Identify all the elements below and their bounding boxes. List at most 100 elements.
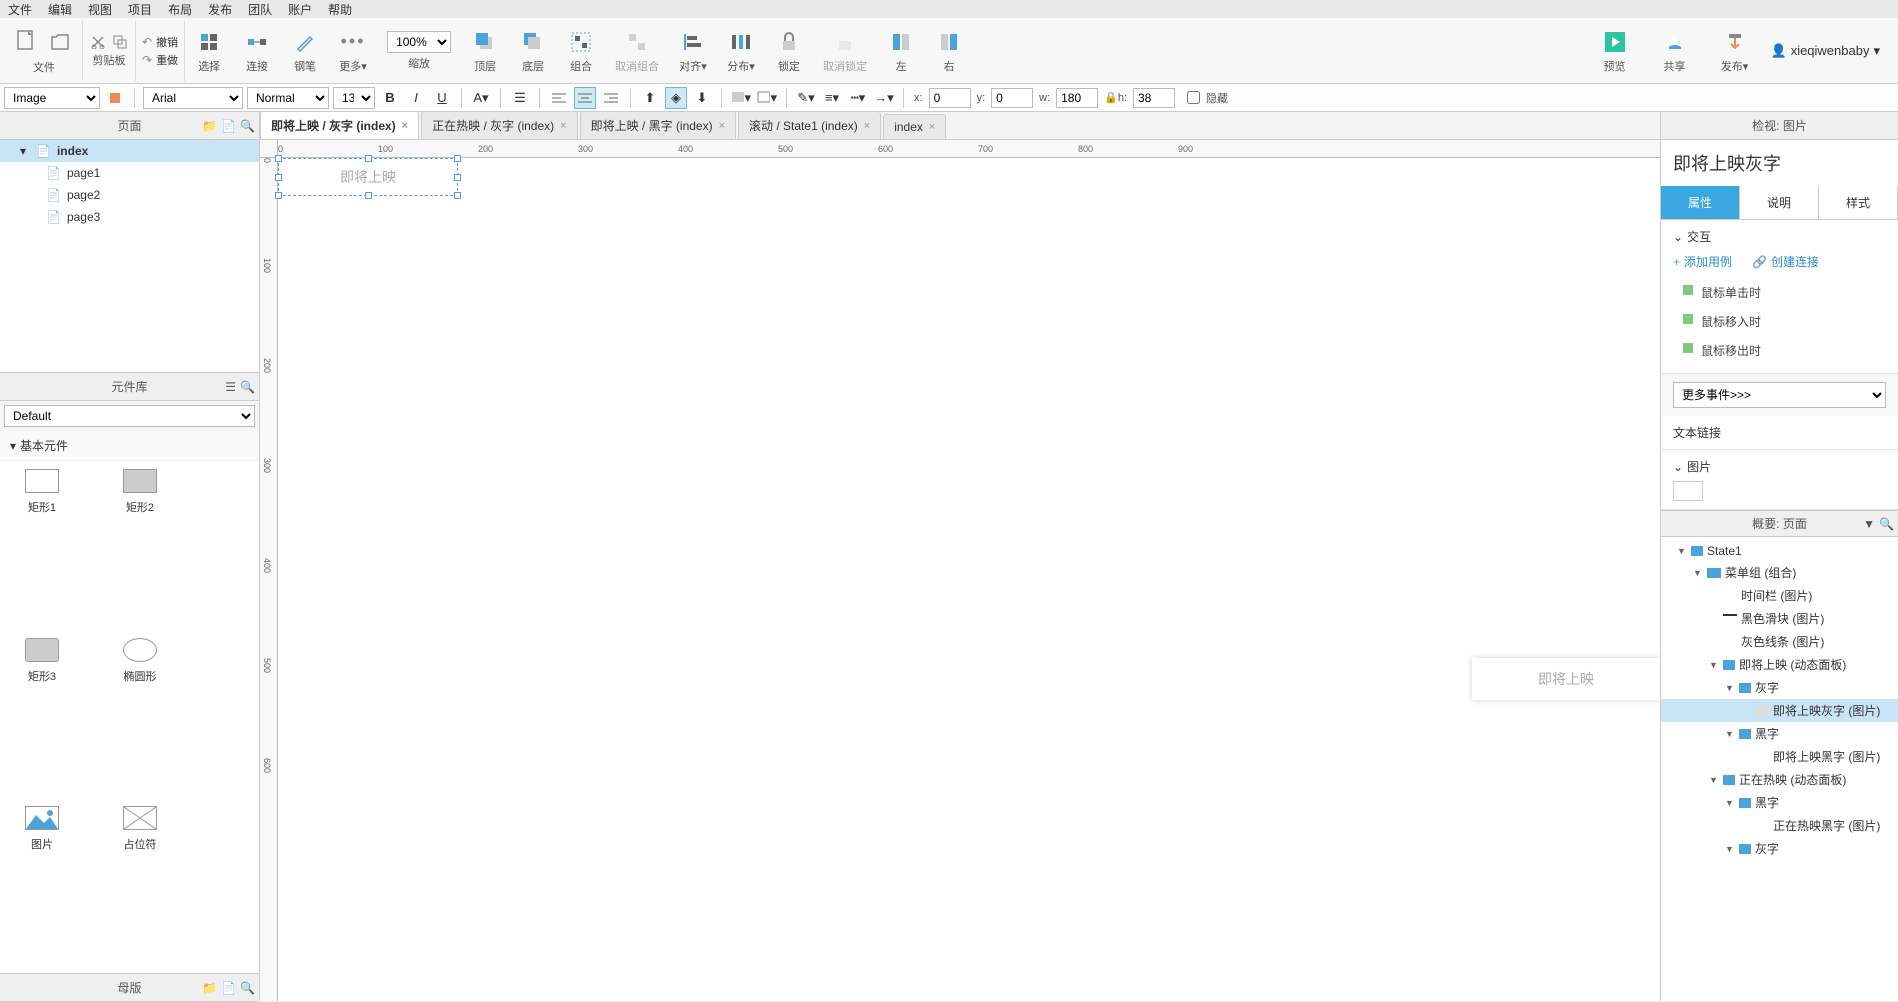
- align-tool[interactable]: 对齐▾: [669, 24, 717, 78]
- menu-project[interactable]: 项目: [128, 1, 152, 18]
- outline-item[interactable]: ▼灰字: [1661, 837, 1898, 860]
- resize-handle[interactable]: [454, 192, 461, 199]
- undo-icon[interactable]: ↶: [142, 35, 152, 49]
- page-item-page1[interactable]: 📄page1: [0, 162, 259, 184]
- lock-tool[interactable]: 锁定: [765, 24, 813, 78]
- close-icon[interactable]: ×: [929, 121, 935, 133]
- fill-button[interactable]: ▾: [730, 87, 752, 109]
- align-center-button[interactable]: [574, 87, 596, 109]
- event-mouseleave[interactable]: 鼠标移出时: [1673, 336, 1886, 365]
- tab-4[interactable]: index×: [883, 114, 946, 139]
- outline-item[interactable]: 正在热映黑字 (图片): [1661, 814, 1898, 837]
- align-right-tool[interactable]: 右: [925, 24, 973, 78]
- more-tool[interactable]: ••• 更多▾: [329, 24, 377, 78]
- connect-tool[interactable]: 连接: [233, 24, 281, 78]
- redo-label[interactable]: 重做: [156, 52, 178, 68]
- line-color-button[interactable]: ✎▾: [795, 87, 817, 109]
- interaction-section[interactable]: ⌄交互: [1673, 228, 1886, 245]
- font-style-select[interactable]: Normal: [247, 87, 329, 109]
- close-icon[interactable]: ×: [719, 120, 725, 132]
- close-icon[interactable]: ×: [864, 120, 870, 132]
- tab-style[interactable]: 样式: [1819, 186, 1898, 219]
- widget-ellipse[interactable]: 椭圆形: [106, 638, 174, 797]
- user-account[interactable]: 👤 xieqiwenbaby ▾: [1771, 43, 1881, 59]
- menu-help[interactable]: 帮助: [328, 1, 352, 18]
- search-icon[interactable]: 🔍: [240, 981, 255, 995]
- menu-icon[interactable]: ☰: [225, 380, 236, 394]
- resize-handle[interactable]: [365, 192, 372, 199]
- resize-handle[interactable]: [275, 155, 282, 162]
- outline-item[interactable]: ▼黑字: [1661, 722, 1898, 745]
- page-item-page2[interactable]: 📄page2: [0, 184, 259, 206]
- search-icon[interactable]: 🔍: [1879, 517, 1894, 531]
- create-link-link[interactable]: 🔗创建连接: [1752, 253, 1819, 270]
- distribute-tool[interactable]: 分布▾: [717, 24, 765, 78]
- tab-notes[interactable]: 说明: [1740, 186, 1819, 219]
- image-thumbnail[interactable]: [1673, 481, 1703, 501]
- widget-image[interactable]: 图片: [8, 806, 76, 965]
- share-button[interactable]: 共享: [1651, 24, 1699, 78]
- menu-view[interactable]: 视图: [88, 1, 112, 18]
- page-item-page3[interactable]: 📄page3: [0, 206, 259, 228]
- add-folder-icon[interactable]: 📁: [202, 981, 217, 995]
- close-icon[interactable]: ×: [402, 120, 408, 132]
- ungroup-tool[interactable]: 取消组合: [605, 24, 669, 78]
- page-item-index[interactable]: ▾ 📄 index: [0, 140, 259, 162]
- new-file-icon[interactable]: [12, 27, 42, 57]
- arrow-style-button[interactable]: →▾: [873, 87, 895, 109]
- search-icon[interactable]: 🔍: [240, 380, 255, 394]
- widget-rect2[interactable]: 矩形2: [106, 469, 174, 628]
- menu-team[interactable]: 团队: [248, 1, 272, 18]
- widget-type-select[interactable]: Image: [4, 87, 100, 109]
- menu-publish[interactable]: 发布: [208, 1, 232, 18]
- line-style-button[interactable]: ┅▾: [847, 87, 869, 109]
- event-click[interactable]: 鼠标单击时: [1673, 278, 1886, 307]
- tab-2[interactable]: 即将上映 / 黑字 (index)×: [580, 111, 736, 139]
- selected-widget[interactable]: 即将上映: [278, 158, 458, 196]
- hidden-checkbox[interactable]: [1187, 91, 1200, 104]
- outline-item[interactable]: 时间栏 (图片): [1661, 584, 1898, 607]
- apply-style-icon[interactable]: [104, 87, 126, 109]
- send-back[interactable]: 底层: [509, 24, 557, 78]
- bullets-button[interactable]: ☰: [509, 87, 531, 109]
- zoom-select[interactable]: 100%: [387, 31, 451, 53]
- library-select[interactable]: Default: [4, 405, 255, 427]
- tab-3[interactable]: 滚动 / State1 (index)×: [738, 111, 881, 139]
- outline-item[interactable]: ▼菜单组 (组合): [1661, 561, 1898, 584]
- border-button[interactable]: ▾: [756, 87, 778, 109]
- outline-item[interactable]: 即将上映灰字 (图片): [1661, 699, 1898, 722]
- line-width-button[interactable]: ≡▾: [821, 87, 843, 109]
- font-select[interactable]: Arial: [143, 87, 243, 109]
- preview-button[interactable]: 预览: [1591, 24, 1639, 78]
- x-input[interactable]: [929, 88, 971, 108]
- align-left-button[interactable]: [548, 87, 570, 109]
- select-tool[interactable]: 选择: [185, 24, 233, 78]
- outline-item[interactable]: ▼黑字: [1661, 791, 1898, 814]
- font-color-button[interactable]: A▾: [470, 87, 492, 109]
- add-case-link[interactable]: +添加用例: [1673, 253, 1732, 270]
- y-input[interactable]: [991, 88, 1033, 108]
- menu-file[interactable]: 文件: [8, 1, 32, 18]
- cut-icon[interactable]: [89, 34, 107, 50]
- bold-button[interactable]: B: [379, 87, 401, 109]
- valign-top-button[interactable]: ⬆: [639, 87, 661, 109]
- menu-layout[interactable]: 布局: [168, 1, 192, 18]
- group-tool[interactable]: 组合: [557, 24, 605, 78]
- bring-front[interactable]: 顶层: [461, 24, 509, 78]
- widget-placeholder[interactable]: 占位符: [106, 806, 174, 965]
- image-section[interactable]: ⌄图片: [1673, 458, 1886, 475]
- h-input[interactable]: [1133, 88, 1175, 108]
- outline-item[interactable]: 黑色滑块 (图片): [1661, 607, 1898, 630]
- align-right-button[interactable]: [600, 87, 622, 109]
- expand-arrow-icon[interactable]: ▾: [20, 144, 30, 158]
- open-file-icon[interactable]: [46, 27, 76, 57]
- basic-widgets-category[interactable]: ▾基本元件: [0, 431, 259, 461]
- outline-item[interactable]: ▼即将上映 (动态面板): [1661, 653, 1898, 676]
- w-input[interactable]: [1056, 88, 1098, 108]
- resize-handle[interactable]: [275, 174, 282, 181]
- pen-tool[interactable]: 钢笔: [281, 24, 329, 78]
- tab-properties[interactable]: 属性: [1661, 186, 1740, 219]
- widget-rect1[interactable]: 矩形1: [8, 469, 76, 628]
- resize-handle[interactable]: [454, 155, 461, 162]
- resize-handle[interactable]: [454, 174, 461, 181]
